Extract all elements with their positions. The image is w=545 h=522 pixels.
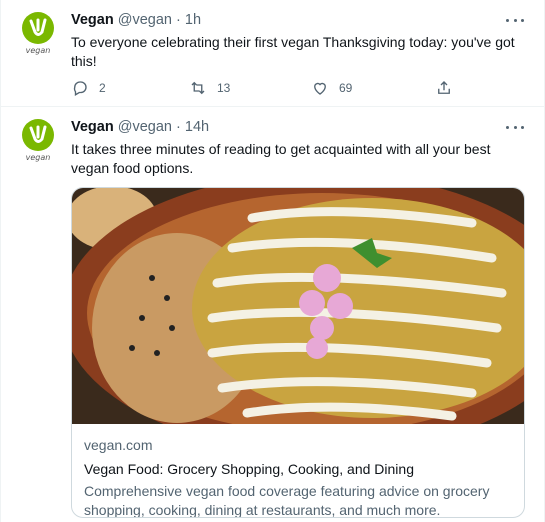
tweet-actions: 2 13 69 (71, 78, 461, 98)
card-title[interactable]: Vegan Food: Grocery Shopping, Cooking, a… (84, 460, 514, 479)
timeline: vegan Vegan @vegan · 1h To everyone cele… (0, 0, 545, 522)
share-button[interactable] (435, 78, 453, 98)
author-name[interactable]: Vegan (71, 119, 114, 135)
card-body[interactable]: vegan.com Vegan Food: Grocery Shopping, … (84, 436, 514, 518)
avatar-logo-text: vegan (26, 46, 51, 55)
card-description: Comprehensive vegan food coverage featur… (84, 483, 490, 518)
reply-icon (73, 81, 87, 96)
card-domain: vegan.com (84, 437, 153, 453)
avatar-logo-text: vegan (26, 153, 51, 162)
tweet-header: Vegan @vegan · 1h (71, 12, 201, 28)
vegan-logo-icon: vegan (22, 119, 54, 162)
author-name[interactable]: Vegan (71, 12, 114, 28)
tweet-text: It takes three minutes of reading to get… (71, 141, 491, 176)
like-count: 69 (339, 81, 353, 95)
more-icon[interactable] (506, 12, 524, 28)
share-icon (438, 81, 450, 94)
reply-count: 2 (99, 81, 106, 95)
retweet-icon (191, 81, 205, 95)
timestamp[interactable]: 14h (185, 119, 209, 135)
timestamp[interactable]: 1h (185, 12, 201, 28)
avatar[interactable]: vegan (21, 12, 55, 56)
retweet-count: 13 (217, 81, 231, 95)
separator: · (176, 119, 181, 135)
card-image[interactable] (72, 188, 525, 424)
tweet-header: Vegan @vegan · 14h (71, 119, 209, 135)
tweet[interactable]: vegan Vegan @vegan · 1h To everyone cele… (1, 0, 544, 107)
reply-button[interactable]: 2 (71, 78, 106, 98)
like-button[interactable]: 69 (311, 78, 352, 98)
tweet-text: To everyone celebrating their first vega… (71, 34, 515, 69)
author-handle[interactable]: @vegan (118, 12, 172, 28)
author-handle[interactable]: @vegan (118, 119, 172, 135)
retweet-button[interactable]: 13 (189, 78, 230, 98)
more-icon[interactable] (506, 119, 524, 135)
avatar[interactable]: vegan (21, 119, 55, 163)
tweet[interactable]: vegan Vegan @vegan · 14h It takes three … (1, 107, 544, 522)
link-card[interactable]: vegan.com Vegan Food: Grocery Shopping, … (71, 187, 525, 518)
vegan-logo-icon: vegan (22, 12, 54, 55)
separator: · (176, 12, 181, 28)
heart-icon (314, 82, 326, 95)
